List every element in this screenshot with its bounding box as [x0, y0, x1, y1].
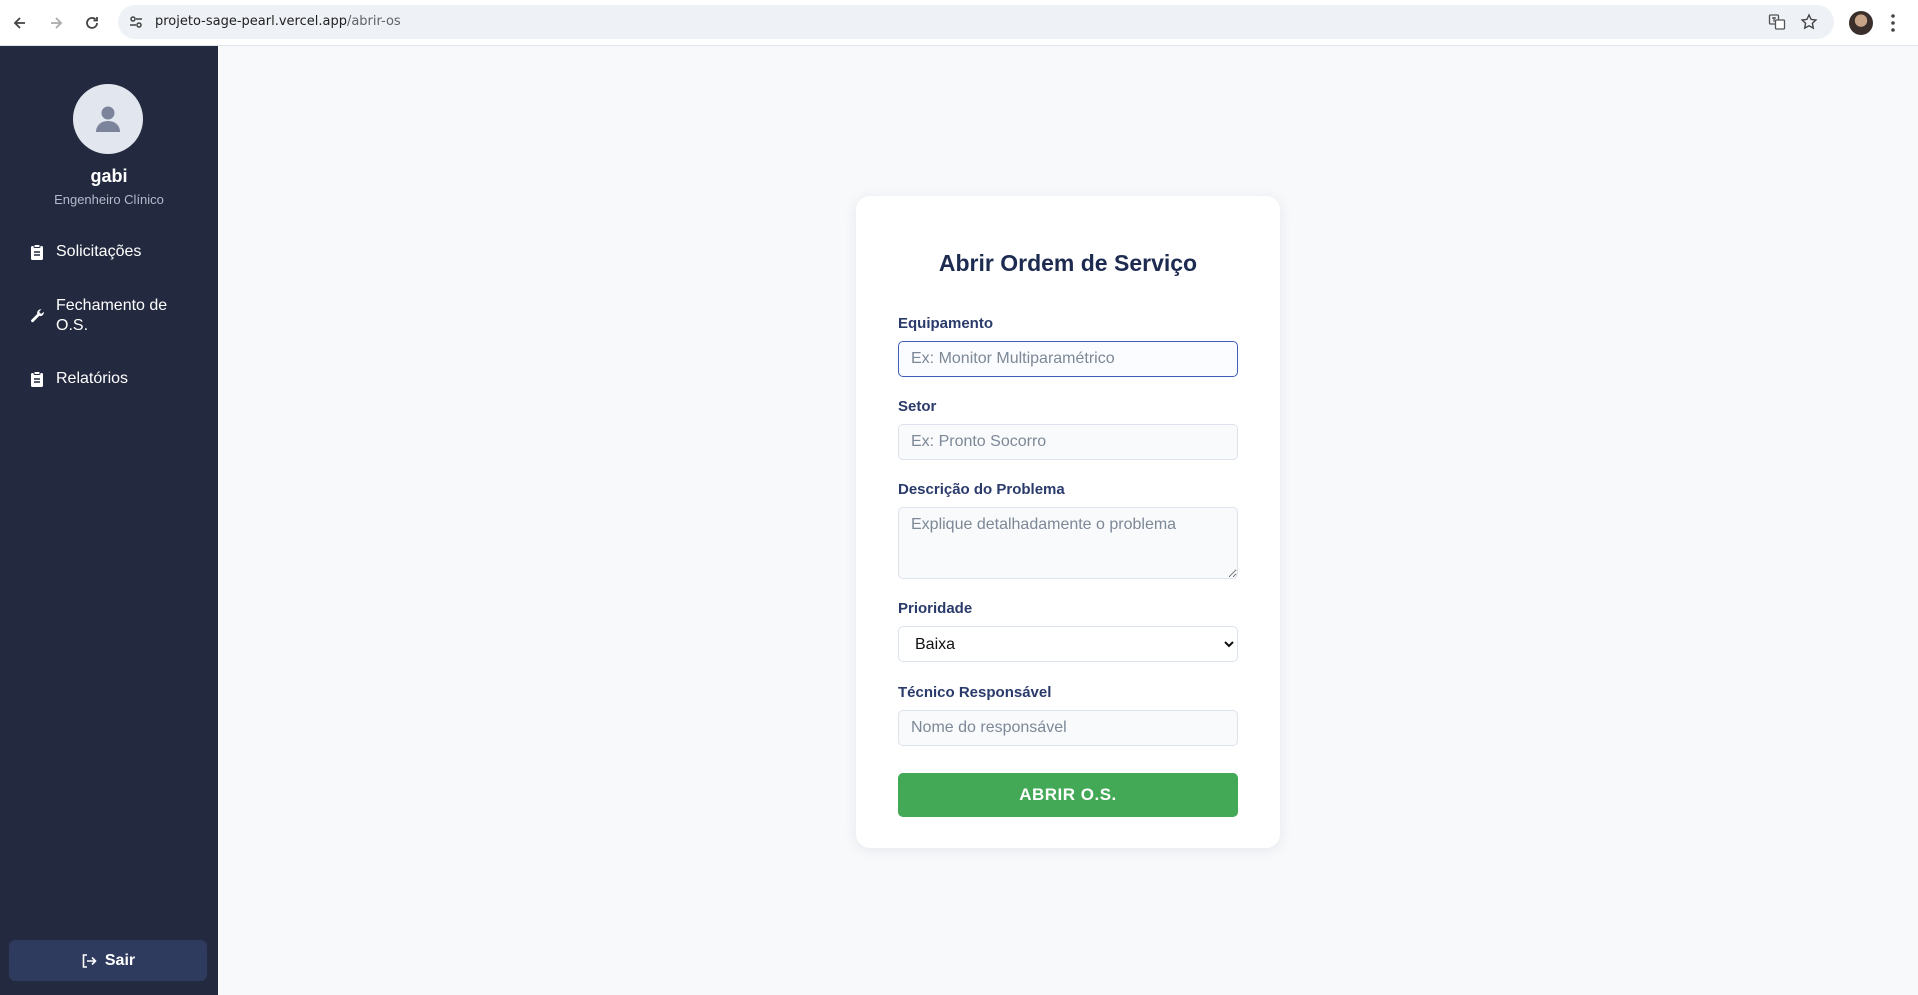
site-settings-icon[interactable]: [128, 14, 144, 30]
setor-label: Setor: [898, 398, 937, 415]
logout-label: Sair: [104, 951, 136, 969]
clipboard-icon: [31, 244, 43, 260]
reload-icon: [86, 17, 98, 29]
reload-button[interactable]: [79, 10, 105, 36]
back-button[interactable]: [7, 10, 33, 36]
prioridade-label: Prioridade: [898, 600, 973, 617]
abrir-os-button[interactable]: ABRIR O.S.: [898, 773, 1238, 817]
sidebar-item-fechamento[interactable]: Fechamento de O.S.: [30, 296, 176, 336]
user-role: Engenheiro Clínico: [54, 192, 164, 207]
equipamento-input[interactable]: [898, 341, 1238, 377]
setor-input[interactable]: [898, 424, 1238, 460]
user-avatar: [73, 84, 143, 154]
prioridade-select[interactable]: Baixa: [898, 626, 1238, 662]
browser-toolbar: projeto-sage-pearl.vercel.app/abrir-os: [0, 0, 1918, 46]
forward-button[interactable]: [43, 10, 69, 36]
service-order-form: Abrir Ordem de Serviço Equipamento Setor…: [856, 196, 1280, 848]
profile-avatar[interactable]: [1849, 11, 1873, 35]
wrench-icon: [31, 309, 44, 323]
arrow-right-icon: [51, 17, 63, 29]
tecnico-input[interactable]: [898, 710, 1238, 746]
equipamento-label: Equipamento: [898, 315, 994, 332]
descricao-textarea[interactable]: [898, 507, 1238, 579]
more-menu-icon[interactable]: [1890, 13, 1896, 33]
sidebar-item-label: Relatórios: [56, 370, 129, 387]
url-path: /abrir-os: [346, 14, 401, 29]
sidebar-item-relatorios[interactable]: Relatórios: [30, 369, 176, 389]
url-text[interactable]: projeto-sage-pearl.vercel.app/abrir-os: [155, 14, 401, 29]
tecnico-label: Técnico Responsável: [898, 684, 1052, 701]
translate-icon[interactable]: [1768, 13, 1786, 31]
sidebar-item-label: Solicitações: [56, 243, 142, 260]
user-name: gabi: [90, 166, 128, 186]
descricao-label: Descrição do Problema: [898, 481, 1065, 498]
sidebar-item-label: Fechamento de O.S.: [56, 297, 168, 334]
user-icon: [96, 106, 120, 132]
sign-out-icon: [82, 953, 97, 968]
url-host: projeto-sage-pearl.vercel.app: [155, 14, 347, 29]
clipboard-icon: [31, 371, 43, 387]
address-bar[interactable]: projeto-sage-pearl.vercel.app/abrir-os: [118, 5, 1834, 39]
logout-button[interactable]: Sair: [9, 940, 207, 981]
bookmark-star-icon[interactable]: [1800, 13, 1818, 31]
arrow-left-icon: [13, 17, 25, 29]
page-title: Abrir Ordem de Serviço: [938, 250, 1198, 276]
sidebar: gabi Engenheiro Clínico Solicitações Fec…: [0, 46, 218, 995]
sidebar-item-solicitacoes[interactable]: Solicitações: [30, 242, 176, 262]
